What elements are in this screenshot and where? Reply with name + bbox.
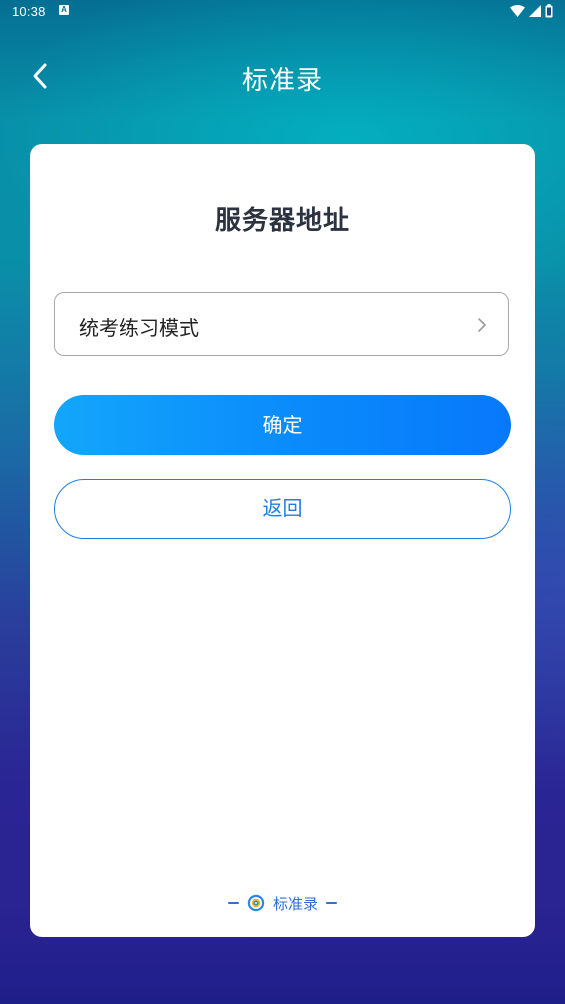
app-logo-icon [247,894,265,912]
server-mode-value: 统考练习模式 [79,316,199,340]
server-mode-select[interactable]: 统考练习模式 [54,292,509,356]
cellular-signal-icon [529,5,541,17]
status-icons [510,4,553,18]
confirm-button[interactable]: 确定 [54,395,511,455]
return-button[interactable]: 返回 [54,479,511,539]
page-title: 标准录 [241,66,323,96]
wifi-icon [510,5,525,17]
footer-dash-right [326,902,337,904]
a-notification-icon: A [59,5,69,15]
chevron-right-icon [478,318,486,332]
status-time: 10:38 [12,4,46,19]
server-address-card: 服务器地址 统考练习模式 确定 返回 标准录 [30,144,535,937]
footer-brand-text: 标准录 [272,894,318,913]
footer-brand: 标准录 [30,892,535,914]
battery-icon [545,4,553,18]
app-header: 标准录 [0,48,565,104]
card-title: 服务器地址 [214,206,350,236]
footer-dash-left [227,902,239,904]
status-bar: 10:38 A [0,0,565,24]
